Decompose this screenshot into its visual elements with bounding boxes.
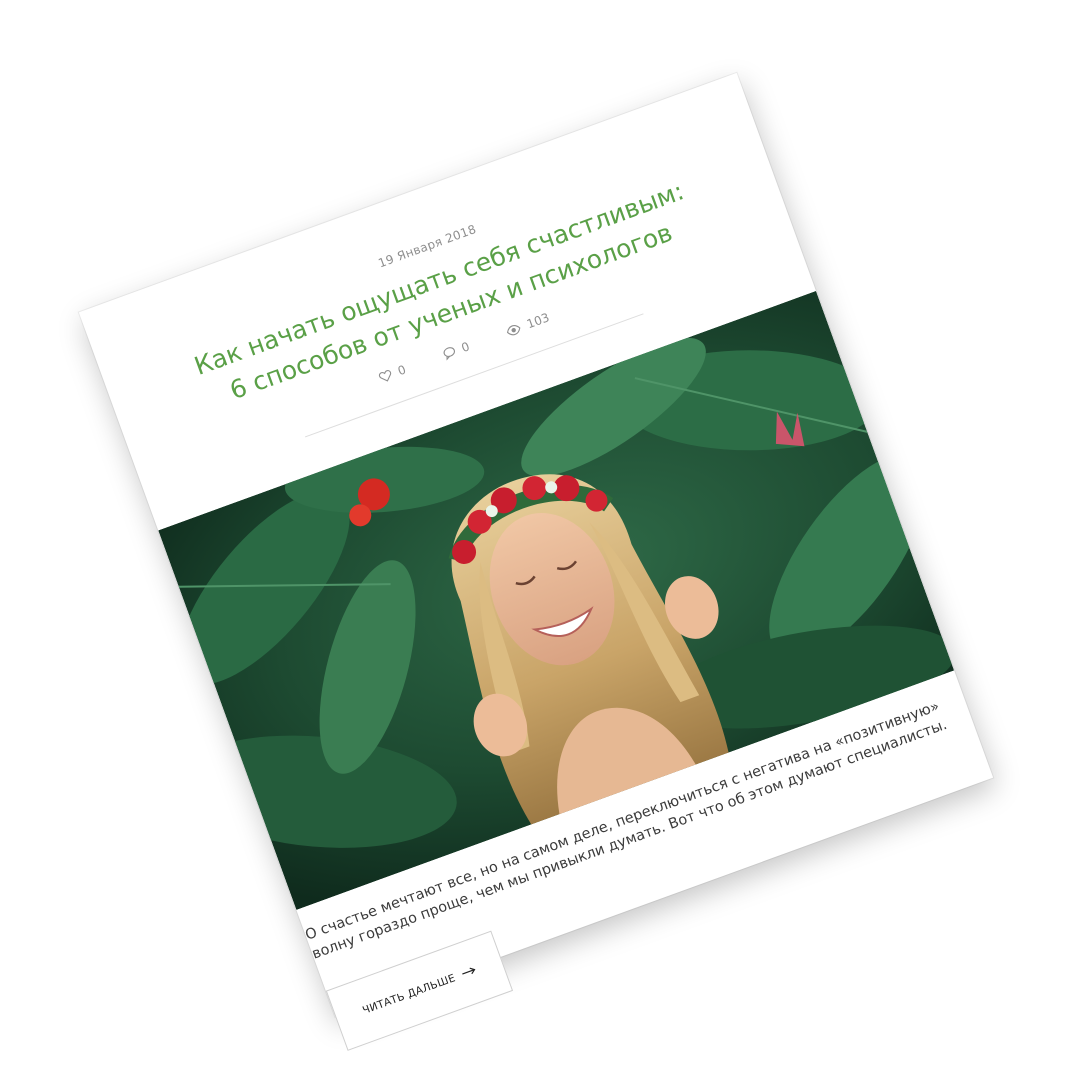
comment-icon: [441, 345, 457, 361]
views-stat: 103: [504, 310, 551, 339]
page-stage: 19 Января 2018 Как начать ощущать себя с…: [0, 0, 1066, 1090]
likes-count: 0: [395, 362, 408, 379]
eye-icon: [505, 322, 523, 337]
arrow-right-icon: [461, 965, 478, 981]
blog-post-card: 19 Января 2018 Как начать ощущать себя с…: [78, 72, 994, 1051]
likes-stat[interactable]: 0: [377, 362, 408, 385]
heart-icon: [377, 368, 393, 384]
comments-stat[interactable]: 0: [441, 339, 472, 362]
read-more-label: ЧИТАТЬ ДАЛЬШЕ: [361, 972, 458, 1017]
views-count: 103: [524, 310, 552, 332]
comments-count: 0: [459, 339, 472, 356]
